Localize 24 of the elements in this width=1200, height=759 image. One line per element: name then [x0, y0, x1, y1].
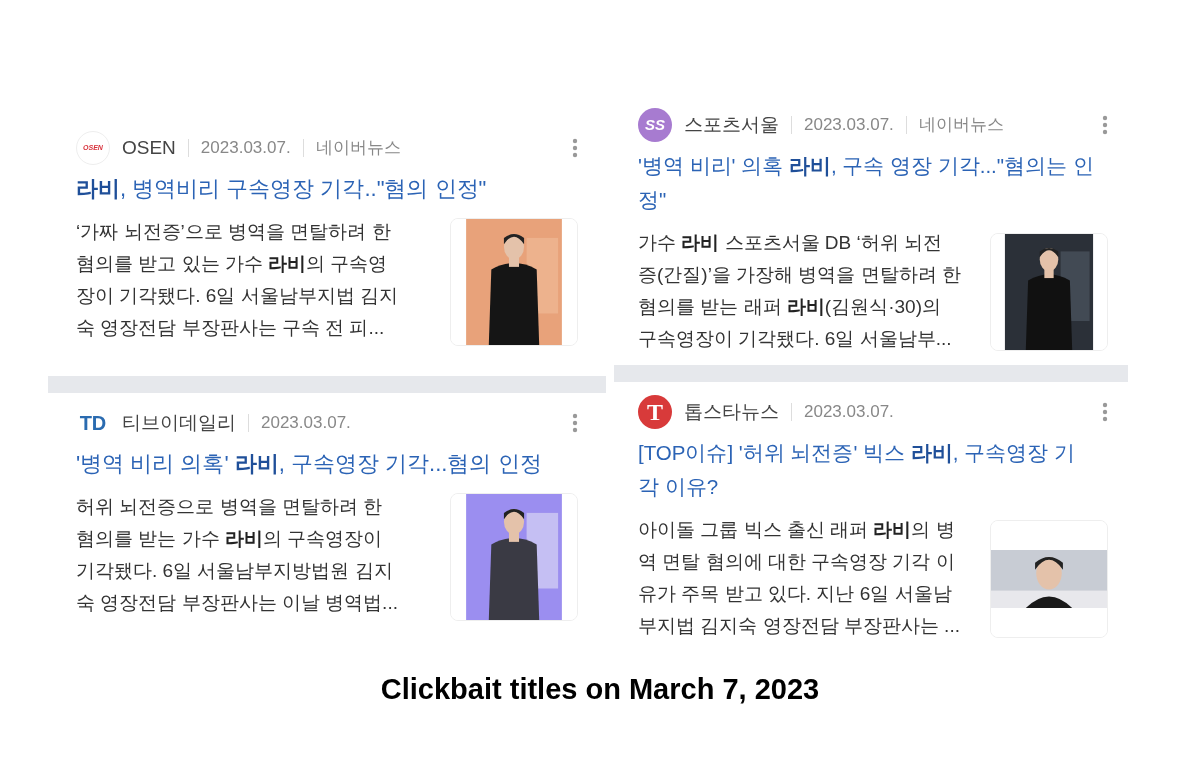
- article-date: 2023.03.07.: [804, 401, 894, 424]
- naver-news-link[interactable]: 네이버뉴스: [315, 135, 401, 161]
- caption: Clickbait titles on March 7, 2023: [379, 672, 821, 707]
- source-name[interactable]: 톱스타뉴스: [684, 397, 779, 427]
- article-title[interactable]: '병역 비리 의혹' 라비, 구속영장 기각...혐의 인정: [76, 447, 578, 481]
- article-date: 2023.03.07.: [261, 412, 351, 435]
- source-name[interactable]: 스포츠서울: [684, 110, 779, 140]
- source-name[interactable]: OSEN: [122, 133, 176, 163]
- source-logo[interactable]: T: [638, 395, 672, 429]
- naver-news-link[interactable]: 네이버뉴스: [918, 112, 1004, 138]
- article-title[interactable]: '병역 비리' 의혹 라비, 구속 영장 기각..."혐의는 인 정": [638, 149, 1108, 217]
- article-snippet: 아이돌 그룹 빅스 출신 래퍼 라비의 병 역 면탈 혐의에 대한 구속영장 기각 이 유가 주목 받고 있다. 지난 6일 서울남 부지법 김지숙 영장전담 부장판사는 ...: [638, 518, 960, 638]
- more-options-icon[interactable]: [572, 413, 578, 433]
- article-date: 2023.03.07.: [804, 114, 894, 137]
- more-options-icon[interactable]: [1102, 402, 1108, 422]
- article-title[interactable]: 라비, 병역비리 구속영장 기각.."혐의 인정": [76, 172, 578, 206]
- article-snippet: ‘가짜 뇌전증’으로 병역을 면탈하려 한 혐의를 받고 있는 가수 라비의 구속영 장이 기각됐다. 6일 서울남부지법 김지 숙 영장전담 부장판사는 구속 전 피...: [76, 220, 398, 340]
- article-title[interactable]: [TOP이슈] '허위 뇌전증' 빅스 라비, 구속영장 기 각 이유?: [638, 436, 1108, 504]
- source-name[interactable]: 티브이데일리: [122, 408, 236, 438]
- article-date: 2023.03.07.: [200, 137, 291, 160]
- more-options-icon[interactable]: [1102, 115, 1108, 135]
- article-snippet: 허위 뇌전증으로 병역을 면탈하려 한 혐의를 받는 가수 라비의 구속영장이 기각됐다. 6일 서울남부지방법원 김지 숙 영장전담 부장판사는 이날 병역법...: [76, 495, 398, 615]
- more-options-icon[interactable]: [572, 138, 578, 158]
- article-snippet: 가수 라비 스포츠서울 DB ‘허위 뇌전 증(간질)’을 가장해 병역을 면탈하려 한 혐의를 받는 래퍼 라비(김원식·30)의 구속영장이 기각됐다. 6일 서울남부...: [638, 231, 961, 351]
